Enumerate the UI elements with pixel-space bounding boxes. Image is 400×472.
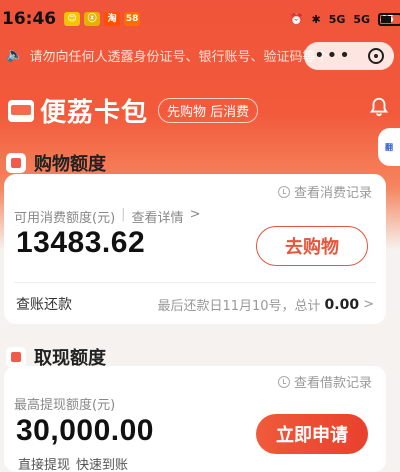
shopping-section-header: 购物额度 (6, 150, 106, 176)
card-logo-icon (8, 99, 34, 122)
max-label-row: 最高提现额度(元) (14, 394, 115, 413)
notice-text: 请勿向任何人透露身份证号、银行账号、验证码等个人敏感 (29, 49, 329, 65)
notification-icons: 😊 ⓩ 淘 58 (64, 12, 141, 26)
max-withdraw-amount: 30,000.00 (16, 414, 154, 447)
brand-tagline: 先购物 后消费 (158, 98, 259, 123)
available-amount: 13483.62 (16, 226, 146, 259)
bluetooth-icon: ✱ (311, 12, 321, 26)
clock-icon (277, 375, 290, 388)
last-repay-date: 最后还款日11月10号，总计 (157, 299, 321, 314)
close-icon[interactable] (368, 48, 384, 64)
cash-card: 查看借款记录 最高提现额度(元) 30,000.00 立即申请 直接提现 快速到… (4, 366, 386, 472)
app-notification-icon: ⓩ (84, 12, 101, 26)
bell-icon[interactable] (368, 96, 390, 118)
app-notification-icon: 😊 (64, 12, 81, 26)
view-loan-records-link[interactable]: 查看借款记录 (277, 372, 372, 391)
taobao-icon: 淘 (104, 12, 121, 26)
available-label-row: 可用消费额度(元) | 查看详情 > (14, 207, 200, 226)
alarm-icon: ⏰ (289, 12, 304, 26)
chevron-right-icon: > (189, 207, 201, 222)
system-icons: ⏰ ✱ 5G 5G 45 (289, 12, 400, 26)
battery-icon (378, 12, 400, 26)
direct-withdraw-label: 直接提现 (18, 458, 71, 472)
cash-icon (6, 347, 26, 367)
brand-row: 便荔卡包 先购物 后消费 (8, 92, 259, 129)
app-title: 便荔卡包 (40, 98, 149, 128)
repay-total: 0.00 (324, 296, 360, 313)
cash-features: 直接提现 快速到账 (18, 454, 128, 472)
section-title: 购物额度 (34, 154, 106, 175)
view-spending-records-link[interactable]: 查看消费记录 (277, 182, 372, 201)
link-label: 查看借款记录 (293, 376, 372, 391)
max-withdraw-label: 最高提现额度(元) (14, 398, 116, 413)
signal-icon: 5G (353, 12, 371, 26)
shopping-bag-icon (6, 153, 26, 173)
signal-icon: 5G (328, 12, 346, 26)
speaker-icon: 🔈 (6, 47, 24, 63)
clock: 16:46 (2, 9, 57, 29)
view-details-link[interactable]: 查看详情 (132, 207, 184, 226)
go-shopping-button[interactable]: 去购物 (256, 226, 368, 266)
available-label: 可用消费额度(元) (14, 211, 116, 226)
clock-icon (277, 185, 290, 198)
check-bill-link[interactable]: 查账还款 (16, 294, 72, 314)
apply-now-button[interactable]: 立即申请 (256, 414, 368, 454)
mini-program-capsule[interactable]: ••• (304, 42, 394, 70)
separator: | (121, 207, 126, 222)
link-label: 查看消费记录 (293, 186, 372, 201)
shopping-card: 查看消费记录 可用消费额度(元) | 查看详情 > 13483.62 去购物 查… (4, 174, 386, 324)
chevron-right-icon: > (363, 297, 374, 312)
more-icon[interactable]: ••• (314, 47, 352, 65)
status-bar: 16:46 😊 ⓩ 淘 58 ⏰ ✱ 5G 5G 45 (0, 0, 400, 38)
floating-widget[interactable]: 翻 (378, 128, 400, 166)
repayment-summary[interactable]: 最后还款日11月10号，总计 0.00 > (157, 295, 374, 315)
app-58-icon: 58 (124, 12, 141, 26)
divider (14, 282, 376, 283)
fast-arrival-label: 快速到账 (76, 458, 129, 472)
